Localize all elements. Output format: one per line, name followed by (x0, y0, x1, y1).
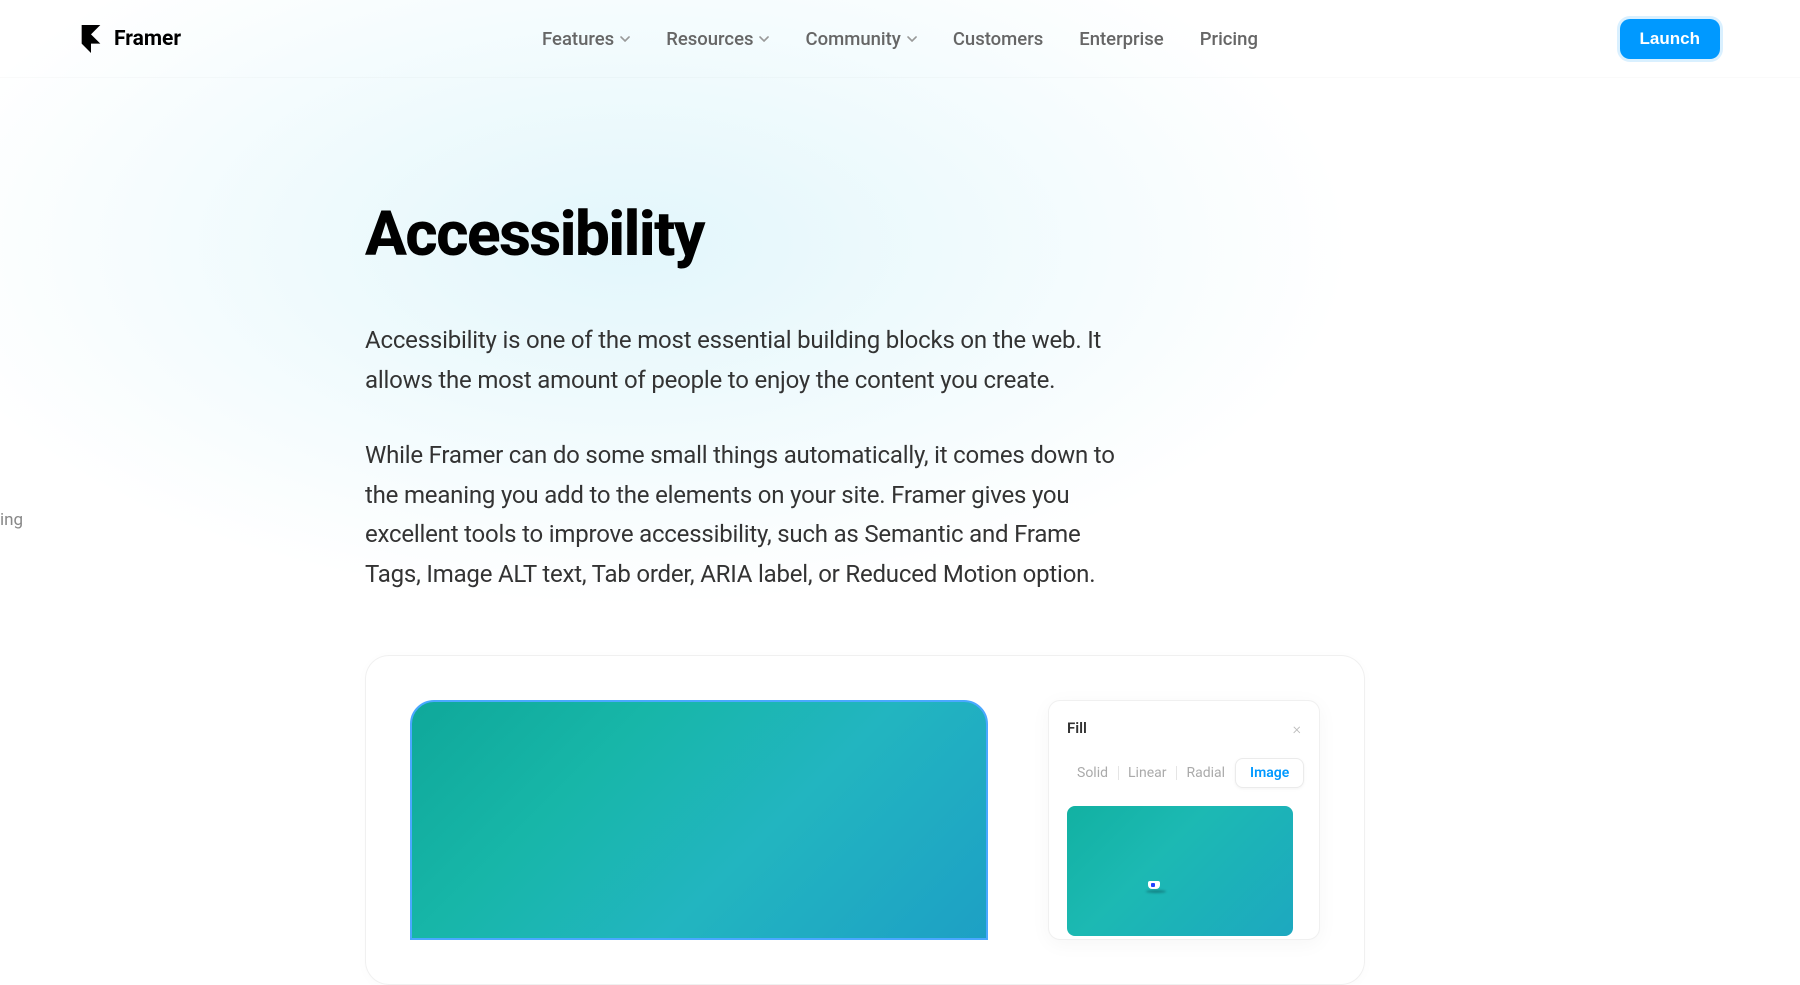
nav-enterprise[interactable]: Enterprise (1079, 28, 1163, 50)
fill-image-thumbnail[interactable] (1067, 806, 1293, 936)
chevron-down-icon (907, 34, 917, 44)
nav-label: Enterprise (1079, 28, 1163, 50)
chevron-down-icon (760, 34, 770, 44)
page-title: Accessibility (365, 198, 1180, 271)
main-nav: Features Resources Community Customers E… (542, 28, 1258, 50)
fill-tab-linear[interactable]: Linear (1118, 759, 1176, 787)
fill-panel-title: Fill (1067, 719, 1087, 737)
nav-features[interactable]: Features (542, 28, 630, 50)
fill-tab-image[interactable]: Image (1235, 758, 1304, 788)
fill-tab-radial[interactable]: Radial (1176, 759, 1235, 787)
nav-label: Resources (666, 28, 753, 50)
nav-label: Features (542, 28, 614, 50)
main-content: Accessibility Accessibility is one of th… (0, 78, 1180, 985)
brand-logo[interactable]: Framer (80, 25, 181, 53)
boat-graphic (1148, 881, 1164, 891)
fill-panel-header: Fill × (1067, 719, 1301, 738)
site-header: Framer Features Resources Community Cust… (0, 0, 1800, 78)
close-icon[interactable]: × (1293, 719, 1301, 738)
framer-logo-icon (80, 25, 102, 53)
fill-type-tabs: Solid Linear Radial Image (1067, 758, 1301, 788)
demo-card: Fill × Solid Linear Radial Image (365, 655, 1365, 985)
nav-label: Pricing (1200, 28, 1258, 50)
nav-community[interactable]: Community (806, 28, 917, 50)
fill-inspector-panel: Fill × Solid Linear Radial Image (1048, 700, 1320, 940)
launch-button[interactable]: Launch (1620, 19, 1720, 59)
intro-paragraph-2: While Framer can do some small things au… (365, 436, 1135, 594)
brand-name: Framer (114, 27, 181, 51)
chevron-down-icon (620, 34, 630, 44)
nav-label: Customers (953, 28, 1043, 50)
nav-customers[interactable]: Customers (953, 28, 1043, 50)
nav-label: Community (806, 28, 901, 50)
nav-pricing[interactable]: Pricing (1200, 28, 1258, 50)
intro-paragraph-1: Accessibility is one of the most essenti… (365, 321, 1135, 400)
nav-resources[interactable]: Resources (666, 28, 769, 50)
fill-tab-solid[interactable]: Solid (1067, 759, 1118, 787)
canvas-selected-image[interactable] (410, 700, 988, 940)
